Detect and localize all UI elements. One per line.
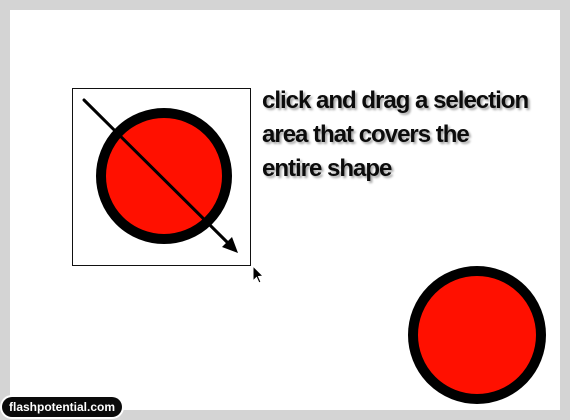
watermark-badge: flashpotential.com <box>2 397 123 417</box>
instruction-line-2: area that covers the <box>262 121 470 148</box>
red-circle-shape-selected[interactable] <box>96 108 232 244</box>
instruction-line-1: click and drag a selection <box>262 87 529 114</box>
instruction-text: click and drag a selection area that cov… <box>262 84 552 186</box>
instruction-line-3: entire shape <box>262 155 392 182</box>
red-circle-shape[interactable] <box>408 266 546 404</box>
